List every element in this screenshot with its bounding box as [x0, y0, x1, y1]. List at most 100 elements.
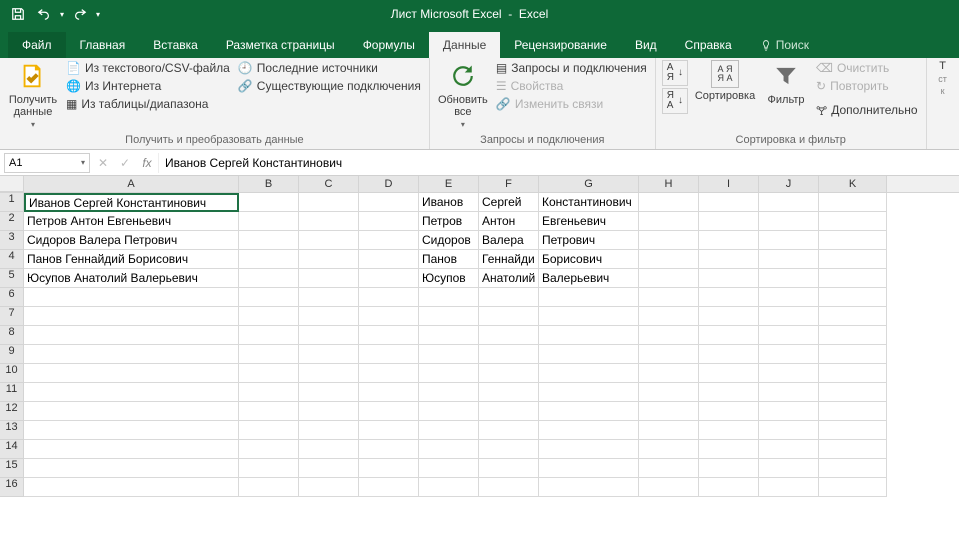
- cell-D14[interactable]: [359, 440, 419, 459]
- cell-E14[interactable]: [419, 440, 479, 459]
- text-to-columns-button[interactable]: Т ст к: [933, 60, 953, 96]
- cell-F14[interactable]: [479, 440, 539, 459]
- cell-B6[interactable]: [239, 288, 299, 307]
- name-box[interactable]: A1 ▾: [4, 153, 90, 173]
- cell-F6[interactable]: [479, 288, 539, 307]
- cell-F4[interactable]: Геннайди: [479, 250, 539, 269]
- cell-D5[interactable]: [359, 269, 419, 288]
- cell-A7[interactable]: [24, 307, 239, 326]
- cell-K12[interactable]: [819, 402, 887, 421]
- cell-E11[interactable]: [419, 383, 479, 402]
- cell-E15[interactable]: [419, 459, 479, 478]
- cell-I12[interactable]: [699, 402, 759, 421]
- column-header-B[interactable]: B: [239, 176, 299, 192]
- cell-G6[interactable]: [539, 288, 639, 307]
- cell-E2[interactable]: Петров: [419, 212, 479, 231]
- cell-J12[interactable]: [759, 402, 819, 421]
- cell-H5[interactable]: [639, 269, 699, 288]
- cell-G3[interactable]: Петрович: [539, 231, 639, 250]
- cell-I1[interactable]: [699, 193, 759, 212]
- cell-A1[interactable]: Иванов Сергей Константинович: [24, 193, 239, 212]
- cell-F10[interactable]: [479, 364, 539, 383]
- from-web-button[interactable]: 🌐Из Интернета: [64, 78, 232, 94]
- cell-D12[interactable]: [359, 402, 419, 421]
- cell-D1[interactable]: [359, 193, 419, 212]
- cell-H7[interactable]: [639, 307, 699, 326]
- cell-C4[interactable]: [299, 250, 359, 269]
- formula-input[interactable]: Иванов Сергей Константинович: [158, 153, 959, 173]
- column-header-E[interactable]: E: [419, 176, 479, 192]
- cell-K7[interactable]: [819, 307, 887, 326]
- cell-B3[interactable]: [239, 231, 299, 250]
- row-header-10[interactable]: 10: [0, 364, 24, 383]
- cell-F2[interactable]: Антон: [479, 212, 539, 231]
- cell-H4[interactable]: [639, 250, 699, 269]
- tab-review[interactable]: Рецензирование: [500, 32, 621, 58]
- row-header-13[interactable]: 13: [0, 421, 24, 440]
- filter-button[interactable]: Фильтр: [762, 60, 810, 106]
- cell-A2[interactable]: Петров Антон Евгеньевич: [24, 212, 239, 231]
- cell-G15[interactable]: [539, 459, 639, 478]
- sort-desc-button[interactable]: Я А↓: [662, 88, 688, 114]
- cell-I3[interactable]: [699, 231, 759, 250]
- cell-H15[interactable]: [639, 459, 699, 478]
- row-header-7[interactable]: 7: [0, 307, 24, 326]
- cell-A5[interactable]: Юсупов Анатолий Валерьевич: [24, 269, 239, 288]
- cell-A6[interactable]: [24, 288, 239, 307]
- tab-help[interactable]: Справка: [671, 32, 746, 58]
- row-header-8[interactable]: 8: [0, 326, 24, 345]
- row-header-5[interactable]: 5: [0, 269, 24, 288]
- cell-A14[interactable]: [24, 440, 239, 459]
- cell-J10[interactable]: [759, 364, 819, 383]
- cell-H13[interactable]: [639, 421, 699, 440]
- cell-C12[interactable]: [299, 402, 359, 421]
- save-icon[interactable]: [8, 4, 28, 24]
- column-header-H[interactable]: H: [639, 176, 699, 192]
- queries-connections-button[interactable]: ▤Запросы и подключения: [494, 60, 649, 76]
- cell-K16[interactable]: [819, 478, 887, 497]
- row-header-1[interactable]: 1: [0, 193, 24, 212]
- cell-I15[interactable]: [699, 459, 759, 478]
- cell-B10[interactable]: [239, 364, 299, 383]
- cell-J7[interactable]: [759, 307, 819, 326]
- search-field[interactable]: Поиск: [746, 32, 823, 58]
- cancel-formula-button[interactable]: ✕: [92, 156, 114, 170]
- tab-formulas[interactable]: Формулы: [349, 32, 429, 58]
- row-header-15[interactable]: 15: [0, 459, 24, 478]
- cell-J8[interactable]: [759, 326, 819, 345]
- cell-D16[interactable]: [359, 478, 419, 497]
- cell-E16[interactable]: [419, 478, 479, 497]
- cell-F11[interactable]: [479, 383, 539, 402]
- tab-insert[interactable]: Вставка: [139, 32, 212, 58]
- cell-C15[interactable]: [299, 459, 359, 478]
- cell-I6[interactable]: [699, 288, 759, 307]
- column-header-I[interactable]: I: [699, 176, 759, 192]
- cell-A4[interactable]: Панов Геннайдий Борисович: [24, 250, 239, 269]
- cell-K2[interactable]: [819, 212, 887, 231]
- cell-E4[interactable]: Панов: [419, 250, 479, 269]
- cell-C10[interactable]: [299, 364, 359, 383]
- get-data-button[interactable]: Получить данные ▾: [6, 60, 60, 129]
- cell-J6[interactable]: [759, 288, 819, 307]
- confirm-formula-button[interactable]: ✓: [114, 156, 136, 170]
- cell-C13[interactable]: [299, 421, 359, 440]
- cell-C1[interactable]: [299, 193, 359, 212]
- cell-A10[interactable]: [24, 364, 239, 383]
- cell-E5[interactable]: Юсупов: [419, 269, 479, 288]
- column-header-G[interactable]: G: [539, 176, 639, 192]
- column-header-J[interactable]: J: [759, 176, 819, 192]
- cell-J1[interactable]: [759, 193, 819, 212]
- cell-E7[interactable]: [419, 307, 479, 326]
- cell-J3[interactable]: [759, 231, 819, 250]
- cell-I2[interactable]: [699, 212, 759, 231]
- row-header-11[interactable]: 11: [0, 383, 24, 402]
- cell-C16[interactable]: [299, 478, 359, 497]
- cell-B13[interactable]: [239, 421, 299, 440]
- advanced-filter-button[interactable]: 🝖Дополнительно: [814, 96, 920, 123]
- cell-I4[interactable]: [699, 250, 759, 269]
- cell-A12[interactable]: [24, 402, 239, 421]
- cell-J9[interactable]: [759, 345, 819, 364]
- cell-C6[interactable]: [299, 288, 359, 307]
- cell-B9[interactable]: [239, 345, 299, 364]
- cell-A16[interactable]: [24, 478, 239, 497]
